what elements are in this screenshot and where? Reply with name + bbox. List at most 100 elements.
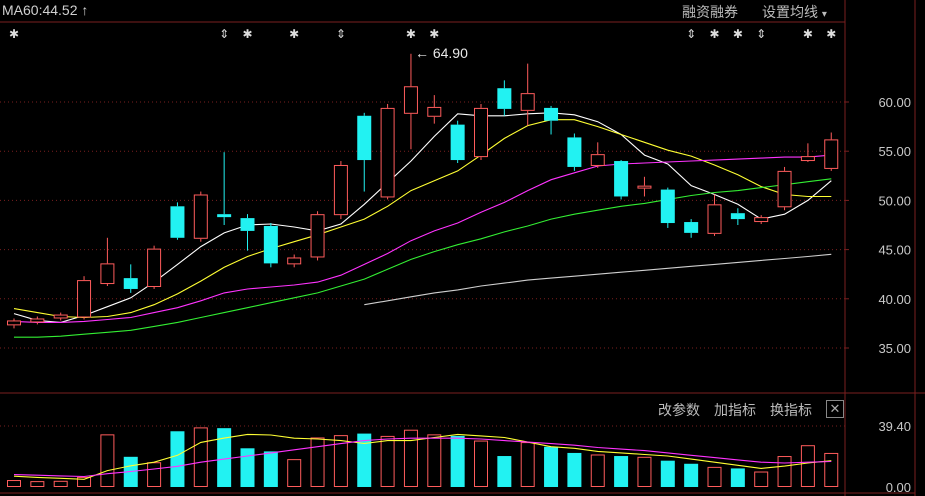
candle [53, 312, 68, 321]
volume-bar [287, 459, 302, 488]
volume-bar [147, 462, 162, 487]
candle [380, 103, 395, 200]
candle [567, 133, 582, 171]
candle-body [497, 88, 512, 109]
candle [497, 80, 512, 116]
event-mark-icon: ✱ [803, 27, 813, 41]
grid-lines [0, 0, 925, 496]
volume-bar [730, 468, 745, 487]
close-icon[interactable]: ✕ [826, 400, 844, 418]
candle [287, 254, 302, 268]
volume-axis: 39.40 0.00 [878, 419, 911, 495]
candle [800, 143, 815, 163]
candle-body [100, 263, 115, 285]
volume-bar [497, 456, 512, 487]
price-tick-label: 60.00 [878, 95, 911, 110]
event-mark-icon: ⇕ [686, 27, 696, 41]
candle-body [7, 320, 21, 326]
candle [403, 53, 418, 150]
candle-body [263, 225, 278, 264]
candle [777, 166, 792, 211]
volume-bar [614, 456, 629, 487]
volume-bar [240, 448, 255, 487]
volume-bar [53, 480, 68, 487]
candle-body [287, 257, 302, 265]
candle-body [544, 107, 559, 121]
event-mark-icon: ✱ [289, 27, 299, 41]
ma-line-ma20 [13, 154, 832, 323]
event-mark-icon: ✱ [429, 27, 439, 41]
candle [240, 214, 255, 251]
candle-body [800, 156, 815, 162]
volume-bar [263, 451, 278, 487]
candle-body [450, 124, 465, 161]
candle-body [310, 214, 325, 258]
candle [590, 142, 605, 168]
volume-bar [170, 431, 185, 487]
candle [450, 120, 465, 164]
price-tick-label: 35.00 [878, 341, 911, 356]
max-price-annotation: ← 64.90 [415, 45, 468, 61]
candle [660, 187, 675, 228]
volume-bar [544, 446, 559, 487]
volume-bar [800, 445, 815, 487]
candle-body [147, 248, 162, 287]
volume-bar [707, 466, 722, 488]
volume-tick-label: 39.40 [878, 419, 911, 434]
candle-body [520, 93, 535, 111]
change-params-button[interactable]: 改参数 [658, 400, 700, 420]
candle [684, 219, 699, 238]
volume-bar [100, 434, 115, 488]
volume-bar [567, 452, 582, 487]
candle [520, 63, 535, 126]
event-mark-icon: ✱ [709, 27, 719, 41]
candle-body [193, 194, 208, 239]
volume-tick-label: 0.00 [886, 480, 911, 495]
event-mark-icon: ✱ [826, 27, 836, 41]
candle [193, 191, 208, 242]
event-marks: ✱ ⇕ ✱ ✱ ⇕ ✱ ✱ ⇕ ✱ ✱ ⇕ ✱ ✱ [9, 27, 836, 41]
candle [707, 194, 722, 236]
volume-bar [380, 435, 395, 487]
candle-body [380, 107, 395, 198]
candle-body [660, 189, 675, 224]
candle-body [427, 106, 442, 117]
candle-body [567, 137, 582, 167]
candle [100, 237, 115, 287]
event-mark-icon: ⇕ [336, 27, 346, 41]
candle-body [730, 213, 745, 220]
candle-body [824, 139, 839, 169]
candle [30, 316, 45, 325]
candle [123, 264, 138, 293]
ma-line-ma30 [14, 178, 832, 338]
add-indicator-button[interactable]: 加指标 [714, 400, 756, 420]
candle [263, 223, 278, 268]
event-mark-icon: ⇕ [756, 27, 766, 41]
candle-body [53, 314, 68, 319]
candle-body [684, 222, 699, 233]
kline-chart[interactable]: ✱ ⇕ ✱ ✱ ⇕ ✱ ✱ ⇕ ✱ ✱ ⇕ ✱ ✱ 60.00 55.00 50.00 45.00 40.00 3… [0, 0, 925, 496]
price-axis: 60.00 55.00 50.00 45.00 40.00 35.00 [878, 95, 911, 356]
candle-body [77, 280, 92, 318]
candle [544, 105, 559, 135]
price-tick-label: 45.00 [878, 243, 911, 258]
candle-body [123, 278, 138, 289]
price-tick-label: 55.00 [878, 144, 911, 159]
switch-indicator-button[interactable]: 换指标 [770, 400, 812, 420]
candle [357, 112, 372, 192]
candle-body [357, 115, 372, 161]
candle [77, 276, 92, 320]
candle-body [240, 218, 255, 231]
event-mark-icon: ✱ [242, 27, 252, 41]
volume-bar [450, 435, 465, 487]
candle-body [474, 107, 488, 158]
candle-body [30, 318, 45, 323]
candle-body [707, 204, 722, 234]
volume-bar [777, 456, 792, 487]
candle-body [754, 217, 769, 223]
volume-bar [7, 480, 21, 487]
max-price-label: ← 64.90 [415, 45, 468, 61]
candle-body [333, 164, 348, 216]
volume-bar [520, 442, 535, 488]
candle-body [217, 214, 232, 218]
